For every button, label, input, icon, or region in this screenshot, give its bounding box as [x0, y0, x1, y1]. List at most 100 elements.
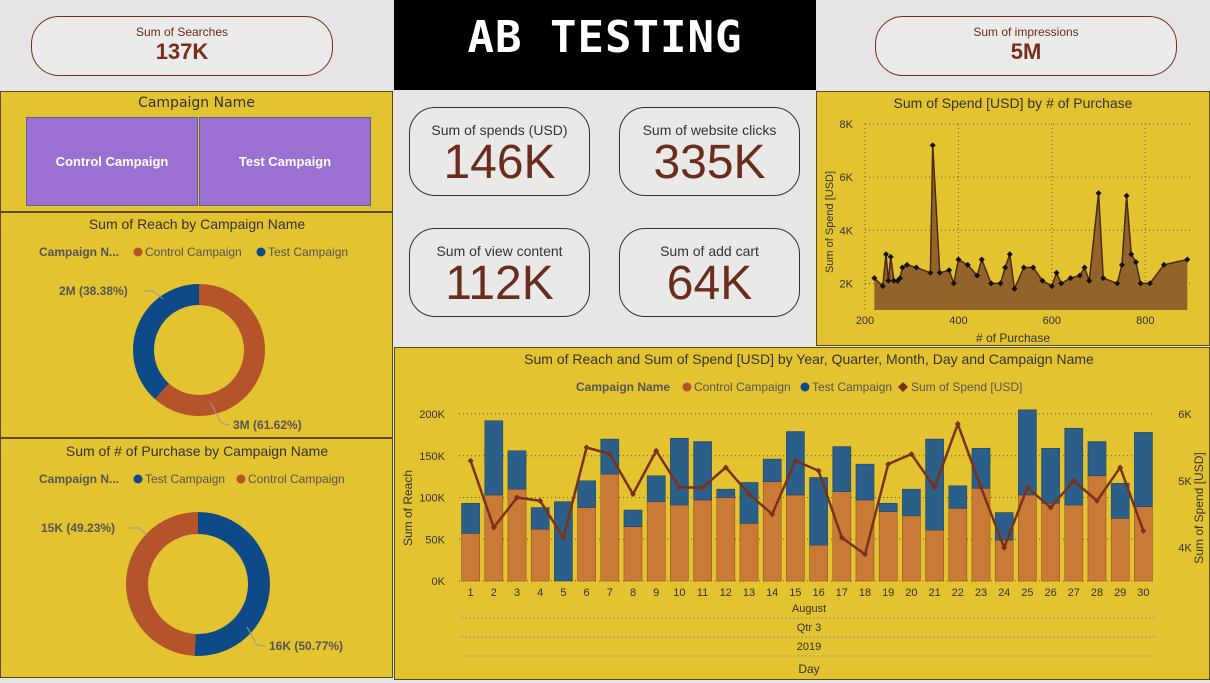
legend-label-control[interactable]: Control Campaign: [248, 472, 345, 486]
bar-control[interactable]: [1134, 506, 1153, 582]
bar-test[interactable]: [878, 503, 898, 512]
bar-control[interactable]: [1064, 504, 1084, 582]
bar-test[interactable]: [1087, 441, 1107, 477]
x-tick-label: 12: [720, 587, 732, 599]
data-point[interactable]: [978, 256, 985, 263]
bar-control[interactable]: [530, 528, 550, 582]
x-tick-label: 600: [1043, 315, 1061, 327]
bar-control[interactable]: [693, 499, 712, 582]
x-tick-label: 4: [537, 587, 543, 599]
x-tick-label: 11: [697, 587, 708, 599]
bar-test[interactable]: [855, 463, 875, 501]
bar-test[interactable]: [948, 485, 968, 509]
bar-control[interactable]: [855, 499, 875, 582]
bar-test[interactable]: [693, 441, 712, 501]
x-axis-label: Day: [798, 662, 819, 676]
data-point[interactable]: [1053, 269, 1060, 276]
bar-control[interactable]: [902, 515, 921, 582]
data-point[interactable]: [1123, 192, 1130, 199]
bar-test[interactable]: [670, 437, 689, 506]
x-tick-label: 400: [949, 315, 967, 327]
bar-test[interactable]: [507, 450, 527, 490]
legend-label-control[interactable]: Control Campaign: [145, 245, 242, 259]
searches-label: Sum of Searches: [135, 25, 229, 39]
legend-label-spend[interactable]: Sum of Spend [USD]: [911, 380, 1022, 394]
bar-test[interactable]: [646, 475, 666, 502]
searches-card: Sum of Searches 137K: [31, 16, 333, 76]
bar-test[interactable]: [484, 420, 504, 496]
data-point[interactable]: [1081, 264, 1088, 271]
donut-slice-test[interactable]: [133, 284, 199, 400]
bar-test[interactable]: [1064, 427, 1084, 506]
bar-control[interactable]: [739, 523, 759, 582]
bar-control[interactable]: [507, 488, 527, 582]
bar-test[interactable]: [1018, 409, 1037, 496]
x-tick-label: 28: [1091, 587, 1103, 599]
chart-title: Sum of Reach and Sum of Spend [USD] by Y…: [524, 351, 1094, 367]
spend-point[interactable]: [467, 457, 474, 464]
bar-control[interactable]: [646, 501, 666, 582]
impressions-label: Sum of impressions: [973, 25, 1079, 39]
bar-control[interactable]: [878, 511, 898, 582]
spend-point[interactable]: [583, 444, 590, 451]
kpi-grid: Sum of spends (USD) 146K Sum of website …: [394, 91, 816, 347]
legend-label-test[interactable]: Test Campaign: [145, 472, 225, 486]
data-point[interactable]: [1006, 251, 1013, 258]
legend-label-test[interactable]: Test Campaign: [268, 245, 348, 259]
bar-test[interactable]: [832, 446, 852, 492]
bar-control[interactable]: [1041, 503, 1060, 582]
x-tick-label: 3: [514, 587, 520, 599]
bar-control[interactable]: [925, 529, 944, 582]
data-point[interactable]: [883, 251, 890, 258]
legend-label-control[interactable]: Control Campaign: [694, 380, 791, 394]
legend-label-test[interactable]: Test Campaign: [812, 380, 892, 394]
hierarchy-quarter: Qtr 3: [797, 622, 821, 634]
bar-test[interactable]: [902, 488, 921, 517]
bar-test[interactable]: [623, 509, 643, 527]
y-tick-label: 200K: [419, 409, 445, 421]
data-point[interactable]: [1095, 190, 1102, 197]
bar-test[interactable]: [577, 480, 596, 508]
slicer-option-test[interactable]: Test Campaign: [199, 117, 371, 206]
bar-test[interactable]: [1041, 447, 1060, 504]
spend-point[interactable]: [954, 421, 961, 428]
slicer-option-control[interactable]: Control Campaign: [26, 117, 198, 206]
x-tick-label: 13: [743, 587, 755, 599]
bar-test[interactable]: [994, 512, 1014, 541]
bar-test[interactable]: [461, 503, 480, 534]
donut-slice-control[interactable]: [125, 512, 198, 656]
x-tick-label: 21: [928, 587, 940, 599]
legend-marker-spend: [898, 382, 908, 392]
bar-control[interactable]: [1110, 518, 1130, 582]
legend-marker-test: [133, 474, 143, 484]
bar-control[interactable]: [577, 507, 596, 582]
spend-area-panel: Sum of Spend [USD] by # of Purchase # of…: [816, 91, 1210, 346]
bar-control[interactable]: [1018, 494, 1037, 582]
data-point[interactable]: [929, 142, 936, 149]
donut-slice-test[interactable]: [194, 512, 270, 656]
data-point[interactable]: [887, 253, 894, 260]
slicer-title: Campaign Name: [138, 95, 255, 111]
hierarchy-year: 2019: [797, 641, 821, 653]
bar-control[interactable]: [786, 494, 805, 582]
bar-control[interactable]: [948, 508, 968, 582]
bar-control[interactable]: [461, 533, 480, 582]
bar-control[interactable]: [716, 497, 736, 582]
bar-control[interactable]: [600, 473, 620, 582]
purchase-donut-chart: Sum of # of Purchase by Campaign Name Ca…: [39, 443, 345, 656]
y2-axis-label: Sum of Spend [USD]: [1192, 452, 1206, 563]
x-tick-label: 20: [905, 587, 917, 599]
bar-test[interactable]: [716, 488, 736, 498]
bar-test[interactable]: [1134, 432, 1153, 507]
y-tick-label: 150K: [419, 451, 445, 463]
bar-control[interactable]: [623, 526, 643, 582]
y-axis-label: Sum of Spend [USD]: [824, 171, 836, 273]
bar-test[interactable]: [762, 458, 782, 482]
chart-title: Sum of Spend [USD] by # of Purchase: [894, 95, 1133, 111]
y-tick-label: 100K: [419, 493, 445, 505]
x-tick-label: 18: [859, 587, 871, 599]
bar-control[interactable]: [809, 544, 828, 582]
bar-control[interactable]: [670, 504, 689, 582]
bar-test[interactable]: [1110, 483, 1130, 519]
view-content-value: 112K: [445, 257, 554, 310]
